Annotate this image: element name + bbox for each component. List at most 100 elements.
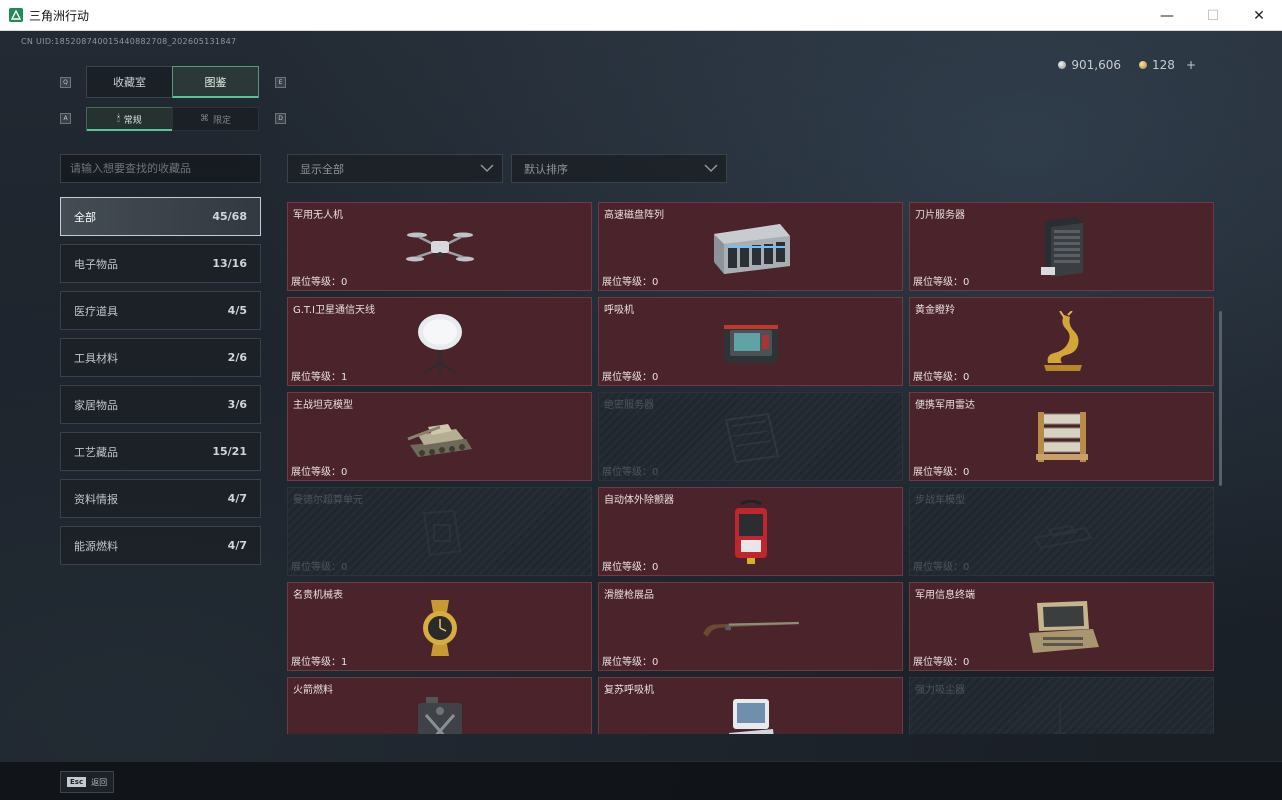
item-level: 展位等级：0 <box>913 562 970 573</box>
category-tools[interactable]: 工具材料 2/6 <box>60 338 261 377</box>
category-label: 全部 <box>74 210 96 224</box>
bottom-bar: Esc 返回 <box>0 761 1282 800</box>
chevron-down-icon <box>704 162 718 175</box>
collection-grid: 军用无人机 展位等级：0 高速磁盘阵列 展位等级：0 刀片服务器 展位等级：0 G.T.I卫… <box>287 202 1214 734</box>
back-button[interactable]: Esc 返回 <box>60 771 115 793</box>
subtab-regular-label: 常规 <box>123 115 142 126</box>
item-level: 展位等级：0 <box>602 657 659 668</box>
category-all[interactable]: 全部 45/68 <box>60 197 261 236</box>
item-name: 军用信息终端 <box>915 590 975 601</box>
item-level: 展位等级：0 <box>602 562 659 573</box>
category-count: 4/7 <box>227 492 247 505</box>
limited-icon: ⌘ <box>199 114 209 124</box>
collection-item-card[interactable]: 呼吸机展位等级：0 <box>598 297 903 386</box>
category-household[interactable]: 家居物品 3/6 <box>60 385 261 424</box>
currency-bar: 901,606 128 + <box>1058 58 1196 72</box>
add-currency-button[interactable]: + <box>1186 58 1196 72</box>
ventilator-icon <box>701 306 801 380</box>
item-name: 滑膛枪展品 <box>604 590 654 601</box>
esc-key-icon: Esc <box>67 777 87 787</box>
collection-item-card[interactable]: 军用无人机 展位等级：0 <box>287 202 592 291</box>
item-name: 火箭燃料 <box>293 685 333 696</box>
item-level: 展位等级：0 <box>291 562 348 573</box>
collection-item-card[interactable]: 绝密服务器 展位等级：0 <box>598 392 903 481</box>
item-level: 展位等级：0 <box>291 467 348 478</box>
grid-scrollbar[interactable] <box>1219 311 1222 486</box>
item-name: 名贵机械表 <box>293 590 343 601</box>
item-level: 展位等级：0 <box>913 657 970 668</box>
item-level: 展位等级：0 <box>602 467 659 478</box>
collection-item-card[interactable]: 强力吸尘器 <box>909 677 1214 734</box>
collection-search-input[interactable] <box>60 154 261 183</box>
collection-item-card[interactable]: 黄金瞪羚展位等级：0 <box>909 297 1214 386</box>
collection-item-card[interactable]: 自动体外除颤器 展位等级：0 <box>598 487 903 576</box>
item-name: 曼德尔超算单元 <box>293 495 363 506</box>
collection-item-card[interactable]: 名贵机械表展位等级：1 <box>287 582 592 671</box>
server-icon <box>701 401 801 475</box>
collection-item-card[interactable]: 军用信息终端 展位等级：0 <box>909 582 1214 671</box>
drone-icon <box>390 211 490 285</box>
gold-currency[interactable]: 128 + <box>1139 58 1196 72</box>
window-title: 三角洲行动 <box>29 8 90 23</box>
collection-item-card[interactable]: 步战车模型展位等级：0 <box>909 487 1214 576</box>
sort-dropdown[interactable]: 默认排序 <box>511 154 727 183</box>
tab-codex[interactable]: 图鉴 <box>172 66 259 98</box>
item-level: 展位等级：0 <box>913 372 970 383</box>
minimize-button[interactable]: — <box>1144 0 1190 31</box>
category-electronics[interactable]: 电子物品 13/16 <box>60 244 261 283</box>
collection-item-card[interactable]: G.T.I卫星通信天线 展位等级：1 <box>287 297 592 386</box>
collection-item-card[interactable]: 主战坦克模型 展位等级：0 <box>287 392 592 481</box>
subtab-regular[interactable]: 🕯 常规 <box>86 107 173 131</box>
collection-item-card[interactable]: 便携军用雷达 展位等级：0 <box>909 392 1214 481</box>
category-crafts[interactable]: 工艺藏品 15/21 <box>60 432 261 471</box>
item-name: 刀片服务器 <box>915 210 965 221</box>
subtab-limited[interactable]: ⌘ 限定 <box>172 107 259 131</box>
collection-item-card[interactable]: 火箭燃料 <box>287 677 592 734</box>
gold-gazelle-icon <box>1012 306 1112 380</box>
item-name: 便携军用雷达 <box>915 400 975 411</box>
musket-icon <box>701 591 801 665</box>
item-name: 呼吸机 <box>604 305 634 316</box>
category-count: 2/6 <box>227 351 247 364</box>
category-count: 4/7 <box>227 539 247 552</box>
tank-model-icon <box>390 401 490 475</box>
collection-item-card[interactable]: 曼德尔超算单元 展位等级：0 <box>287 487 592 576</box>
app-logo-icon <box>9 8 23 22</box>
collection-item-card[interactable]: 高速磁盘阵列 展位等级：0 <box>598 202 903 291</box>
close-button[interactable]: ✕ <box>1236 0 1282 31</box>
collection-item-card[interactable]: 滑膛枪展品展位等级：0 <box>598 582 903 671</box>
vacuum-icon <box>1012 686 1112 734</box>
item-name: 步战车模型 <box>915 495 965 506</box>
radar-icon <box>1012 401 1112 475</box>
category-label: 电子物品 <box>74 257 118 271</box>
fuel-can-icon <box>390 686 490 734</box>
item-level: 展位等级：1 <box>291 657 348 668</box>
item-name: 主战坦克模型 <box>293 400 353 411</box>
item-name: 复苏呼吸机 <box>604 685 654 696</box>
subtab-next-key: D <box>275 113 286 124</box>
category-count: 15/21 <box>212 445 247 458</box>
category-medical[interactable]: 医疗道具 4/5 <box>60 291 261 330</box>
collection-item-card[interactable]: 复苏呼吸机 <box>598 677 903 734</box>
user-uid: CN UID:18520874001544088270​8_2026051318… <box>21 37 237 46</box>
item-level: 展位等级：0 <box>602 372 659 383</box>
item-name: 军用无人机 <box>293 210 343 221</box>
filter-dropdown[interactable]: 显示全部 <box>287 154 503 183</box>
tab-collection-room[interactable]: 收藏室 <box>86 66 173 98</box>
disk-array-icon <box>701 211 801 285</box>
category-intel[interactable]: 资料情报 4/7 <box>60 479 261 518</box>
tab-next-key: E <box>275 77 286 88</box>
category-count: 4/5 <box>227 304 247 317</box>
resuscitator-icon <box>701 686 801 734</box>
category-label: 家居物品 <box>74 398 118 412</box>
maximize-button[interactable]: ☐ <box>1190 0 1236 31</box>
silver-amount: 901,606 <box>1071 58 1122 72</box>
category-count: 3/6 <box>227 398 247 411</box>
item-name: 黄金瞪羚 <box>915 305 955 316</box>
compute-unit-icon <box>390 496 490 570</box>
category-energy[interactable]: 能源燃料 4/7 <box>60 526 261 565</box>
satellite-dish-icon <box>390 306 490 380</box>
collection-item-card[interactable]: 刀片服务器 展位等级：0 <box>909 202 1214 291</box>
category-label: 资料情报 <box>74 492 118 506</box>
category-list: 全部 45/68 电子物品 13/16 医疗道具 4/5 工具材料 2/6 家居… <box>60 197 261 573</box>
